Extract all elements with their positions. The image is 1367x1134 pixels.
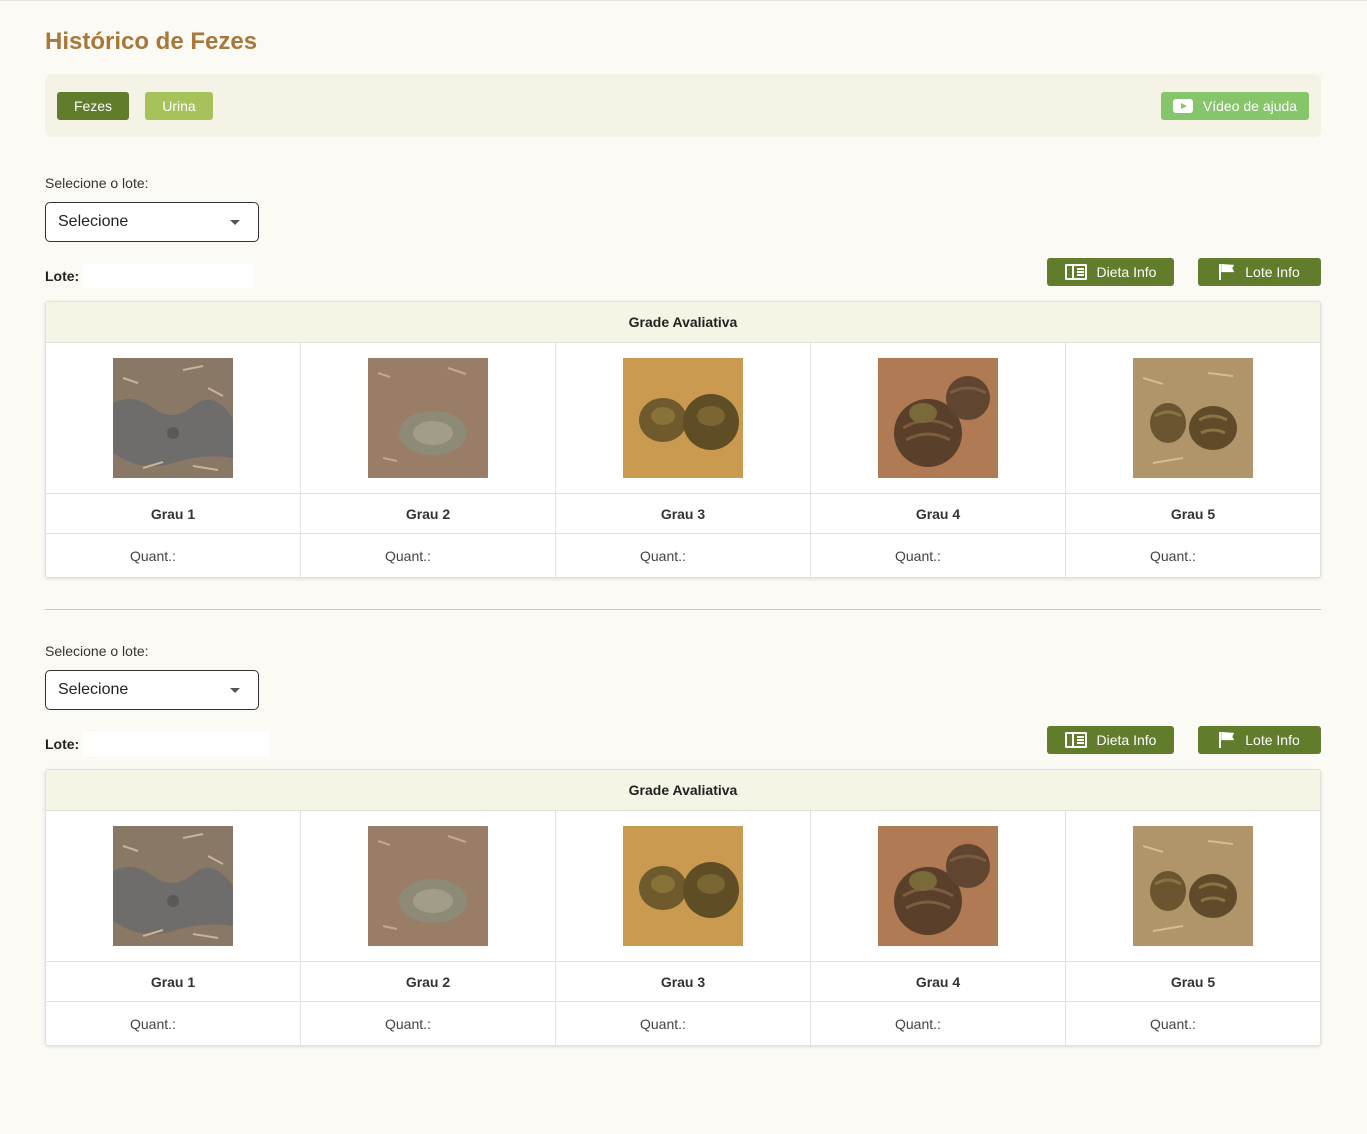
lote-select-value: Selecione	[58, 213, 129, 230]
urina-tab-button[interactable]: Urina	[145, 92, 213, 120]
lote-value	[83, 264, 253, 288]
quant-label: Quant.:	[640, 547, 686, 564]
grade-column: Grau 2 Quant.:	[301, 811, 556, 1045]
grau-5-image[interactable]	[1133, 826, 1253, 946]
grau-2-image[interactable]	[368, 358, 488, 478]
page-title: Histórico de Fezes	[45, 28, 258, 55]
quant-label: Quant.:	[640, 1015, 686, 1032]
grade-avaliativa-table: Grade Avaliativa Grau 1 Quant.: Grau 2 Q…	[45, 769, 1321, 1046]
grade-column: Grau 1 Quant.:	[46, 343, 301, 577]
grau-label: Grau 2	[301, 962, 555, 1002]
quant-label: Quant.:	[130, 547, 176, 564]
grau-label: Grau 2	[301, 494, 555, 534]
dieta-info-label: Dieta Info	[1096, 732, 1157, 748]
flag-icon	[1219, 264, 1235, 280]
book-icon	[1064, 264, 1087, 280]
lote-info-label: Lote Info	[1245, 732, 1300, 748]
quant-label: Quant.:	[130, 1015, 176, 1032]
grade-avaliativa-table: Grade Avaliativa Grau 1 Quant.: Grau 2 Q…	[45, 301, 1321, 578]
grade-column: Grau 4 Quant.:	[811, 811, 1066, 1045]
grau-4-image[interactable]	[878, 358, 998, 478]
grau-1-image[interactable]	[113, 826, 233, 946]
grade-column: Grau 3 Quant.:	[556, 811, 811, 1045]
chevron-down-icon	[230, 220, 240, 225]
help-video-label: Vídeo de ajuda	[1202, 98, 1298, 114]
youtube-play-icon	[1172, 99, 1193, 113]
grade-column: Grau 3 Quant.:	[556, 343, 811, 577]
grau-4-image[interactable]	[878, 826, 998, 946]
quant-label: Quant.:	[385, 1015, 431, 1032]
lote-info-button[interactable]: Lote Info	[1198, 258, 1321, 286]
section-divider	[45, 609, 1321, 610]
grau-label: Grau 4	[811, 962, 1065, 1002]
lote-label: Lote:	[45, 736, 80, 752]
grau-3-image[interactable]	[623, 826, 743, 946]
lote-select-value: Selecione	[58, 681, 129, 698]
lote-select[interactable]: Selecione	[45, 670, 259, 710]
lote-label: Lote:	[45, 268, 80, 284]
fezes-tab-button[interactable]: Fezes	[57, 92, 129, 120]
dieta-info-label: Dieta Info	[1096, 264, 1157, 280]
help-video-button[interactable]: Vídeo de ajuda	[1161, 92, 1309, 120]
grade-column: Grau 2 Quant.:	[301, 343, 556, 577]
grade-column: Grau 4 Quant.:	[811, 343, 1066, 577]
grau-label: Grau 1	[46, 494, 300, 534]
grau-label: Grau 3	[556, 962, 810, 1002]
chevron-down-icon	[230, 688, 240, 693]
grau-3-image[interactable]	[623, 358, 743, 478]
lote-info-button[interactable]: Lote Info	[1198, 726, 1321, 754]
lote-select-label: Selecione o lote:	[45, 643, 149, 659]
quant-label: Quant.:	[895, 547, 941, 564]
quant-label: Quant.:	[895, 1015, 941, 1032]
grau-label: Grau 1	[46, 962, 300, 1002]
grau-label: Grau 5	[1066, 494, 1320, 534]
lote-value	[83, 732, 269, 756]
grade-column: Grau 1 Quant.:	[46, 811, 301, 1045]
quant-label: Quant.:	[1150, 1015, 1196, 1032]
flag-icon	[1219, 732, 1235, 748]
quant-label: Quant.:	[1150, 547, 1196, 564]
grade-header: Grade Avaliativa	[46, 302, 1320, 343]
grade-column: Grau 5 Quant.:	[1066, 811, 1320, 1045]
grau-2-image[interactable]	[368, 826, 488, 946]
grade-column: Grau 5 Quant.:	[1066, 343, 1320, 577]
grau-5-image[interactable]	[1133, 358, 1253, 478]
grau-label: Grau 4	[811, 494, 1065, 534]
lote-info-label: Lote Info	[1245, 264, 1300, 280]
grau-label: Grau 3	[556, 494, 810, 534]
lote-select-label: Selecione o lote:	[45, 175, 149, 191]
grau-label: Grau 5	[1066, 962, 1320, 1002]
book-icon	[1064, 732, 1087, 748]
grade-header: Grade Avaliativa	[46, 770, 1320, 811]
dieta-info-button[interactable]: Dieta Info	[1047, 726, 1174, 754]
dieta-info-button[interactable]: Dieta Info	[1047, 258, 1174, 286]
grau-1-image[interactable]	[113, 358, 233, 478]
lote-select[interactable]: Selecione	[45, 202, 259, 242]
quant-label: Quant.:	[385, 547, 431, 564]
toolbar: Fezes Urina Vídeo de ajuda	[45, 74, 1321, 137]
